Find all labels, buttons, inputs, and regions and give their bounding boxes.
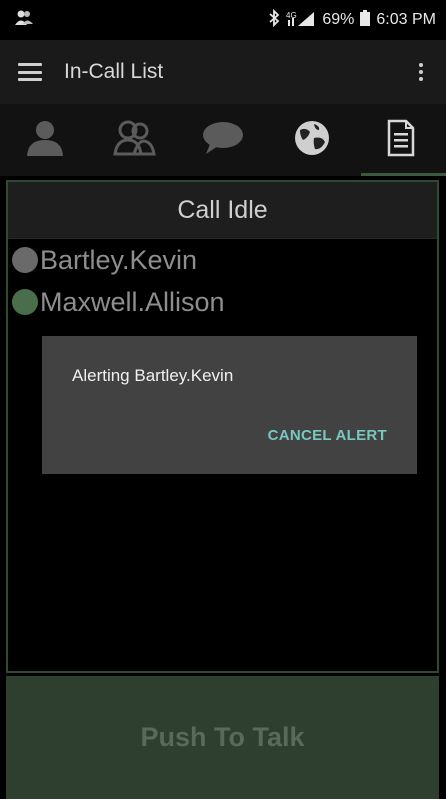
alert-dialog: Alerting Bartley.Kevin CANCEL ALERT — [42, 336, 417, 474]
tab-bar — [0, 104, 446, 176]
member-name: Maxwell.Allison — [40, 286, 225, 317]
clock-time: 6:03 PM — [376, 11, 436, 28]
status-bar: 4G 69% 6:03 PM — [0, 0, 446, 40]
menu-icon[interactable] — [18, 63, 42, 81]
document-list-icon — [386, 119, 416, 162]
chat-icon — [200, 118, 246, 163]
app-bar: In-Call List — [0, 40, 446, 104]
tab-contacts[interactable] — [0, 104, 89, 176]
group-icon — [112, 118, 156, 163]
list-item[interactable]: Maxwell.Allison — [8, 281, 437, 323]
call-status: Call Idle — [8, 182, 437, 239]
tab-global[interactable] — [268, 104, 357, 176]
member-name: Bartley.Kevin — [40, 244, 198, 275]
tab-in-call-list[interactable] — [357, 104, 446, 176]
dialog-message-name: Bartley.Kevin — [134, 366, 234, 385]
dialog-message: Alerting Bartley.Kevin — [72, 366, 389, 386]
push-to-talk-button[interactable]: Push To Talk — [6, 676, 439, 799]
tab-messages[interactable] — [178, 104, 267, 176]
lte-signal-icon: 4G — [286, 9, 316, 32]
overflow-menu-icon[interactable] — [418, 63, 424, 81]
contact-icon — [24, 118, 66, 163]
status-dot — [12, 289, 38, 315]
battery-icon — [360, 9, 371, 31]
dialog-message-prefix: Alerting — [72, 366, 135, 385]
contacts-notification-icon — [14, 9, 34, 32]
status-dot — [12, 247, 38, 273]
cancel-alert-button[interactable]: CANCEL ALERT — [268, 427, 387, 444]
tab-groups[interactable] — [89, 104, 178, 176]
page-title: In-Call List — [64, 60, 164, 83]
list-item[interactable]: Bartley.Kevin — [8, 239, 437, 281]
globe-icon — [292, 118, 332, 163]
svg-text:4G: 4G — [286, 11, 297, 20]
bluetooth-icon — [268, 8, 280, 32]
battery-percent: 69% — [322, 11, 355, 28]
